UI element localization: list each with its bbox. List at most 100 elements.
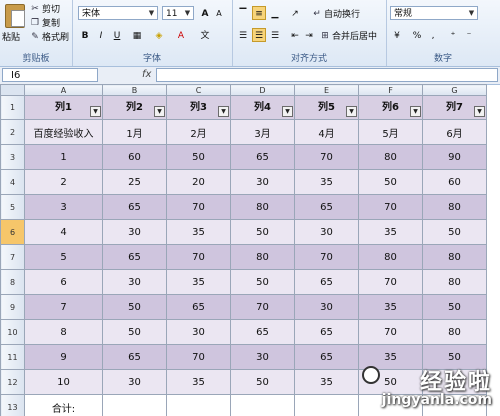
cell[interactable]: 30 bbox=[102, 369, 167, 395]
cell[interactable]: 1 bbox=[24, 144, 103, 170]
cell[interactable]: 2 bbox=[24, 169, 103, 195]
cell[interactable]: 9 bbox=[24, 344, 103, 370]
row-header[interactable]: 13 bbox=[0, 394, 25, 416]
cell[interactable]: 70 bbox=[166, 244, 231, 270]
cell[interactable]: 10 bbox=[24, 369, 103, 395]
cell[interactable]: 65 bbox=[294, 319, 359, 345]
align-bottom-button[interactable]: ▁ bbox=[268, 6, 282, 20]
copy-button[interactable]: ❐ 复制 bbox=[30, 16, 60, 30]
cell[interactable]: 60 bbox=[102, 144, 167, 170]
cell[interactable]: 70 bbox=[358, 194, 423, 220]
cell[interactable]: 8 bbox=[24, 319, 103, 345]
filter-dropdown-icon[interactable]: ▼ bbox=[218, 106, 229, 117]
cell[interactable]: 3月 bbox=[230, 119, 295, 145]
cell[interactable]: 50 bbox=[230, 219, 295, 245]
cell[interactable]: 4 bbox=[24, 219, 103, 245]
header-cell[interactable]: 列2 ▼ bbox=[102, 95, 167, 120]
cell[interactable]: 80 bbox=[358, 244, 423, 270]
header-cell[interactable]: 列3 ▼ bbox=[166, 95, 231, 120]
cell[interactable]: 80 bbox=[358, 144, 423, 170]
row-header[interactable]: 12 bbox=[0, 369, 25, 395]
cell[interactable]: 30 bbox=[294, 219, 359, 245]
cell[interactable]: 70 bbox=[166, 194, 231, 220]
row-header[interactable]: 8 bbox=[0, 269, 25, 295]
cell[interactable]: 35 bbox=[358, 294, 423, 320]
cell[interactable]: 5月 bbox=[358, 119, 423, 145]
filter-dropdown-icon[interactable]: ▼ bbox=[410, 106, 421, 117]
cell[interactable]: 5 bbox=[24, 244, 103, 270]
cell[interactable]: 80 bbox=[422, 194, 487, 220]
cell[interactable]: 65 bbox=[102, 244, 167, 270]
comma-button[interactable]: , bbox=[426, 28, 440, 42]
cell[interactable]: 90 bbox=[422, 144, 487, 170]
cell[interactable]: 65 bbox=[102, 194, 167, 220]
cell[interactable]: 60 bbox=[422, 169, 487, 195]
cell[interactable]: 35 bbox=[294, 169, 359, 195]
cell[interactable]: 7 bbox=[24, 294, 103, 320]
cell[interactable]: 50 bbox=[230, 369, 295, 395]
row-header[interactable]: 7 bbox=[0, 244, 25, 270]
row-header[interactable]: 5 bbox=[0, 194, 25, 220]
cell[interactable]: 30 bbox=[102, 269, 167, 295]
cell[interactable]: 35 bbox=[166, 369, 231, 395]
row-header[interactable]: 11 bbox=[0, 344, 25, 370]
cell[interactable]: 4月 bbox=[294, 119, 359, 145]
header-cell[interactable]: 列6 ▼ bbox=[358, 95, 423, 120]
function-icon[interactable]: fx bbox=[142, 69, 151, 80]
row-header[interactable]: 2 bbox=[0, 119, 25, 145]
decrease-indent-button[interactable]: ⇤ bbox=[288, 28, 302, 42]
cell[interactable]: 65 bbox=[294, 194, 359, 220]
cut-button[interactable]: ✂ 剪切 bbox=[30, 2, 60, 16]
cell[interactable]: 50 bbox=[230, 269, 295, 295]
percent-button[interactable]: % bbox=[410, 28, 424, 42]
font-color-button[interactable]: A bbox=[174, 28, 188, 42]
cell[interactable]: 3 bbox=[24, 194, 103, 220]
merge-center-button[interactable]: ⊞ 合并后居中 bbox=[320, 29, 377, 43]
border-button[interactable]: ▦ bbox=[130, 28, 144, 42]
cell[interactable]: 50 bbox=[166, 144, 231, 170]
shrink-font-button[interactable]: A bbox=[212, 6, 226, 20]
cell[interactable]: 1月 bbox=[102, 119, 167, 145]
column-header-c[interactable]: C bbox=[166, 84, 231, 96]
cell[interactable]: 35 bbox=[294, 369, 359, 395]
cell[interactable] bbox=[294, 394, 359, 416]
cell[interactable]: 70 bbox=[230, 294, 295, 320]
fill-color-button[interactable]: ◈ bbox=[152, 28, 166, 42]
cell[interactable]: 50 bbox=[102, 294, 167, 320]
select-all-corner[interactable] bbox=[0, 84, 25, 96]
cell[interactable]: 80 bbox=[422, 244, 487, 270]
cell[interactable]: 35 bbox=[166, 269, 231, 295]
cell[interactable] bbox=[102, 394, 167, 416]
cell[interactable]: 50 bbox=[102, 319, 167, 345]
cell[interactable]: 80 bbox=[422, 319, 487, 345]
column-header-b[interactable]: B bbox=[102, 84, 167, 96]
cell[interactable]: 80 bbox=[230, 194, 295, 220]
font-name-select[interactable]: 宋体 ▼ bbox=[78, 6, 158, 20]
cell[interactable]: 50 bbox=[358, 169, 423, 195]
filter-dropdown-icon[interactable]: ▼ bbox=[154, 106, 165, 117]
cell[interactable]: 65 bbox=[294, 344, 359, 370]
cell[interactable]: 30 bbox=[230, 169, 295, 195]
cell[interactable]: 70 bbox=[358, 319, 423, 345]
cell[interactable]: 70 bbox=[294, 244, 359, 270]
cell[interactable]: 65 bbox=[102, 344, 167, 370]
filter-dropdown-icon[interactable]: ▼ bbox=[474, 106, 485, 117]
cell[interactable]: 35 bbox=[166, 219, 231, 245]
orientation-button[interactable]: ↗ bbox=[288, 6, 302, 20]
wrap-text-button[interactable]: ↵ 自动换行 bbox=[312, 7, 360, 21]
number-format-select[interactable]: 常规 ▼ bbox=[390, 6, 478, 20]
cell[interactable]: 20 bbox=[166, 169, 231, 195]
cell[interactable]: 2月 bbox=[166, 119, 231, 145]
column-header-f[interactable]: F bbox=[358, 84, 423, 96]
header-cell[interactable]: 列4 ▼ bbox=[230, 95, 295, 120]
cell[interactable]: 80 bbox=[230, 244, 295, 270]
increase-indent-button[interactable]: ⇥ bbox=[302, 28, 316, 42]
align-right-button[interactable]: ☰ bbox=[268, 28, 282, 42]
cell[interactable]: 70 bbox=[166, 344, 231, 370]
align-left-button[interactable]: ☰ bbox=[236, 28, 250, 42]
row-header[interactable]: 3 bbox=[0, 144, 25, 170]
total-label-cell[interactable]: 合计: bbox=[24, 394, 103, 416]
cell[interactable]: 70 bbox=[358, 269, 423, 295]
cell[interactable]: 30 bbox=[294, 294, 359, 320]
underline-button[interactable]: U bbox=[110, 28, 124, 42]
